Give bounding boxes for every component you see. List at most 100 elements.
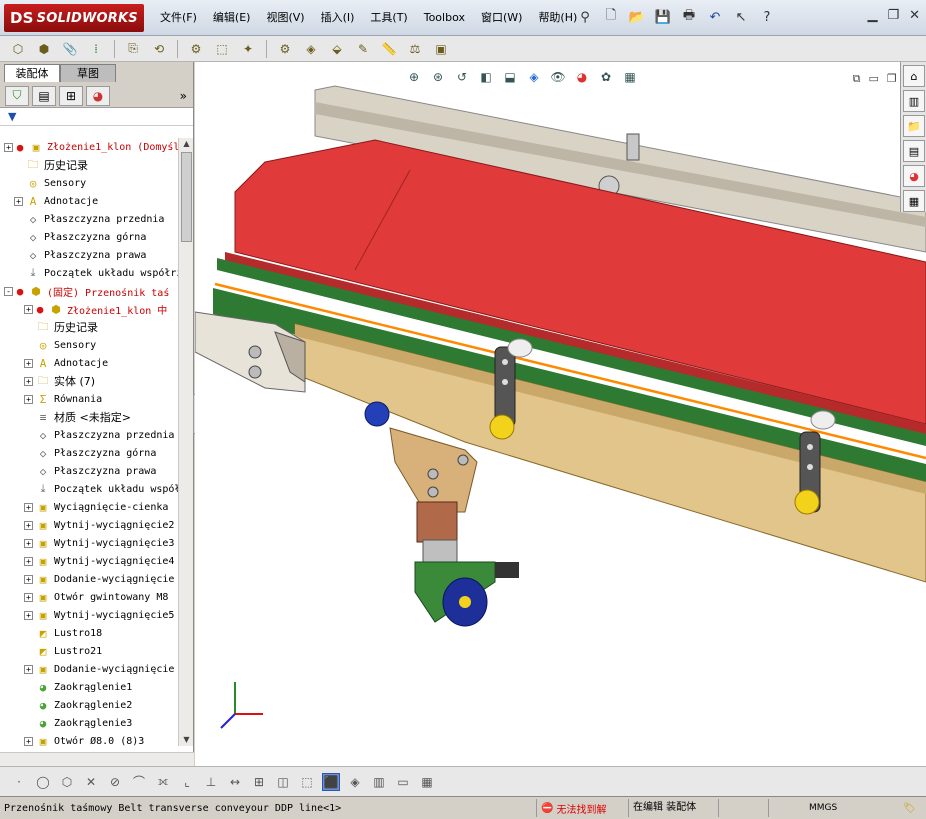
scroll-down-icon[interactable]: ▼ bbox=[179, 734, 194, 746]
tree-item[interactable]: ◎ Sensory bbox=[0, 336, 178, 354]
close-icon[interactable]: ✕ bbox=[909, 8, 920, 23]
display-manager-icon[interactable]: ◕ bbox=[86, 85, 110, 106]
shaded-edges-icon[interactable]: ◈ bbox=[346, 773, 364, 791]
view-palette-icon[interactable]: ▤ bbox=[903, 140, 925, 162]
tree-item[interactable]: + A Adnotacje bbox=[0, 354, 178, 372]
pattern-icon[interactable]: ⁞ bbox=[86, 39, 106, 59]
filter-icon[interactable]: ▼ bbox=[0, 108, 193, 126]
fillet-icon[interactable]: ⌒ bbox=[130, 773, 148, 791]
save-icon[interactable]: 💾 bbox=[652, 6, 674, 28]
polygon-icon[interactable]: ⬡ bbox=[58, 773, 76, 791]
restore-icon[interactable]: ❐ bbox=[887, 8, 899, 23]
tree-horizontal-scrollbar[interactable] bbox=[0, 752, 194, 766]
tree-item[interactable]: ◇ Płaszczyzna górna bbox=[0, 228, 178, 246]
tree-item[interactable]: + ▣ Wyciągnięcie-cienka bbox=[0, 498, 178, 516]
print-icon[interactable]: 🖶 bbox=[678, 6, 700, 28]
configuration-manager-icon[interactable]: ⊞ bbox=[59, 85, 83, 106]
open-folder-icon[interactable]: 📂 bbox=[626, 6, 648, 28]
mirror-icon[interactable]: ⟗ bbox=[154, 773, 172, 791]
menu-edit[interactable]: 编辑(E) bbox=[205, 10, 259, 26]
mate-icon[interactable]: 📎 bbox=[60, 39, 80, 59]
tree-item[interactable]: + ▣ Otwór gwintowany M8 bbox=[0, 588, 178, 606]
rotate-component-icon[interactable]: ⟲ bbox=[149, 39, 169, 59]
explode-view-icon[interactable]: ⬚ bbox=[212, 39, 232, 59]
tree-item[interactable]: ◇ Płaszczyzna prawa bbox=[0, 462, 178, 480]
menu-toolbox[interactable]: Toolbox bbox=[416, 10, 473, 26]
expand-toggle-icon[interactable]: + bbox=[24, 304, 33, 314]
tree-item[interactable]: ◕ Zaokrąglenie3 bbox=[0, 714, 178, 732]
expand-toggle-icon[interactable]: + bbox=[24, 664, 33, 674]
design-library-icon[interactable]: ▥ bbox=[903, 90, 925, 112]
wireframe-icon[interactable]: ⬚ bbox=[298, 773, 316, 791]
move-component-icon[interactable]: ⎘ bbox=[123, 39, 143, 59]
unit-system[interactable]: MMGS bbox=[768, 799, 888, 817]
scroll-thumb[interactable] bbox=[181, 152, 192, 242]
home-icon[interactable]: ⌂ bbox=[903, 65, 925, 87]
shaded-icon[interactable]: ⬛ bbox=[322, 772, 340, 791]
tree-item[interactable]: + Σ Równania bbox=[0, 390, 178, 408]
hide-show-items-icon[interactable]: 👁 bbox=[549, 68, 567, 86]
pin-icon[interactable]: ⚲ bbox=[574, 6, 596, 28]
expand-toggle-icon[interactable]: + bbox=[24, 502, 33, 512]
tree-item[interactable]: + ▣ Wytnij-wyciągnięcie3 bbox=[0, 534, 178, 552]
new-document-icon[interactable]: 🗋 bbox=[600, 6, 622, 28]
tree-item[interactable]: + ▣ Wytnij-wyciągnięcie4 bbox=[0, 552, 178, 570]
tree-item[interactable]: ≡ 材质 <未指定> bbox=[0, 408, 178, 426]
assembly-features-icon[interactable]: ⬙ bbox=[327, 39, 347, 59]
property-manager-icon[interactable]: ▤ bbox=[32, 85, 56, 106]
tree-item[interactable]: ◇ Płaszczyzna górna bbox=[0, 444, 178, 462]
menu-insert[interactable]: 插入(I) bbox=[313, 10, 363, 26]
expand-toggle-icon[interactable]: - bbox=[4, 286, 13, 296]
help-icon[interactable]: ? bbox=[756, 6, 778, 28]
graphics-viewport[interactable]: ⊕ ⊛ ↺ ◧ ⬓ ◈ 👁 ◕ ✿ ▦ ⧉ ▭ ❐ ✕ bbox=[195, 62, 926, 766]
library-icon[interactable]: ▥ bbox=[370, 773, 388, 791]
interference-icon[interactable]: ✦ bbox=[238, 39, 258, 59]
edit-appearance-icon[interactable]: ◕ bbox=[573, 68, 591, 86]
display-style-icon[interactable]: ◈ bbox=[525, 68, 543, 86]
menu-view[interactable]: 视图(V) bbox=[258, 10, 312, 26]
expand-toggle-icon[interactable]: + bbox=[24, 592, 33, 602]
expand-toggle-icon[interactable]: + bbox=[24, 520, 33, 530]
component-icon[interactable]: ⬡ bbox=[8, 39, 28, 59]
tree-item[interactable]: ◎ Sensory bbox=[0, 174, 178, 192]
feature-manager-icon[interactable]: ⛉ bbox=[5, 85, 29, 106]
smart-fasteners-icon[interactable]: ⚙ bbox=[186, 39, 206, 59]
tree-item[interactable]: ◩ Lustro21 bbox=[0, 642, 178, 660]
section-icon[interactable]: ◫ bbox=[274, 773, 292, 791]
expand-toggle-icon[interactable]: + bbox=[24, 538, 33, 548]
tree-item[interactable]: ⤓ Początek układu współ bbox=[0, 480, 178, 498]
options-icon[interactable]: ▣ bbox=[431, 39, 451, 59]
more-tabs-icon[interactable]: » bbox=[180, 89, 187, 103]
quick-tips-icon[interactable]: 🏷 bbox=[888, 803, 926, 814]
tile-vertical-icon[interactable]: ▦ bbox=[418, 773, 436, 791]
trim-icon[interactable]: ✕ bbox=[82, 773, 100, 791]
tree-item[interactable]: + ▣ Wytnij-wyciągnięcie5 bbox=[0, 606, 178, 624]
expand-toggle-icon[interactable]: + bbox=[24, 358, 33, 368]
tree-item[interactable]: + A Adnotacje bbox=[0, 192, 178, 210]
viewport-restore-icon[interactable]: ❐ bbox=[887, 72, 897, 86]
minimize-icon[interactable]: ▁ bbox=[867, 8, 877, 23]
view-settings-icon[interactable]: ▦ bbox=[621, 68, 639, 86]
tree-item[interactable]: ⤓ Początek układu współrzę bbox=[0, 264, 178, 282]
tree-item[interactable]: + ▣ Otwór Ø8.0 (8)3 bbox=[0, 732, 178, 746]
custom-properties-icon[interactable]: ▦ bbox=[903, 190, 925, 212]
solidworks-logo[interactable]: DS SOLIDWORKS bbox=[4, 4, 144, 32]
tab-assembly[interactable]: 装配体 bbox=[4, 64, 60, 82]
expand-toggle-icon[interactable]: + bbox=[24, 736, 33, 746]
menu-tools[interactable]: 工具(T) bbox=[362, 10, 415, 26]
tree-item[interactable]: + ▣ Dodanie-wyciągnięcie bbox=[0, 660, 178, 678]
zoom-to-fit-icon[interactable]: ⊕ bbox=[405, 68, 423, 86]
expand-toggle-icon[interactable]: + bbox=[24, 394, 33, 404]
reference-geometry-icon[interactable]: ◈ bbox=[301, 39, 321, 59]
expand-toggle-icon[interactable]: + bbox=[24, 574, 33, 584]
tree-item[interactable]: 🗀 历史记录 bbox=[0, 156, 178, 174]
section-view-icon[interactable]: ◧ bbox=[477, 68, 495, 86]
tree-vertical-scrollbar[interactable]: ▲ ▼ bbox=[178, 138, 193, 746]
tree-item[interactable]: ◩ Lustro18 bbox=[0, 624, 178, 642]
tree-item[interactable]: ◇ Płaszczyzna prawa bbox=[0, 246, 178, 264]
relation-icon[interactable]: ⊥ bbox=[202, 773, 220, 791]
settings-icon[interactable]: ⚙ bbox=[275, 39, 295, 59]
tree-item[interactable]: + ● ⬢ Złożenie1_klon 中 bbox=[0, 300, 178, 318]
tree-item[interactable]: - ● ⬢ (固定) Przenośnik taś bbox=[0, 282, 178, 300]
point-icon[interactable]: · bbox=[10, 773, 28, 791]
